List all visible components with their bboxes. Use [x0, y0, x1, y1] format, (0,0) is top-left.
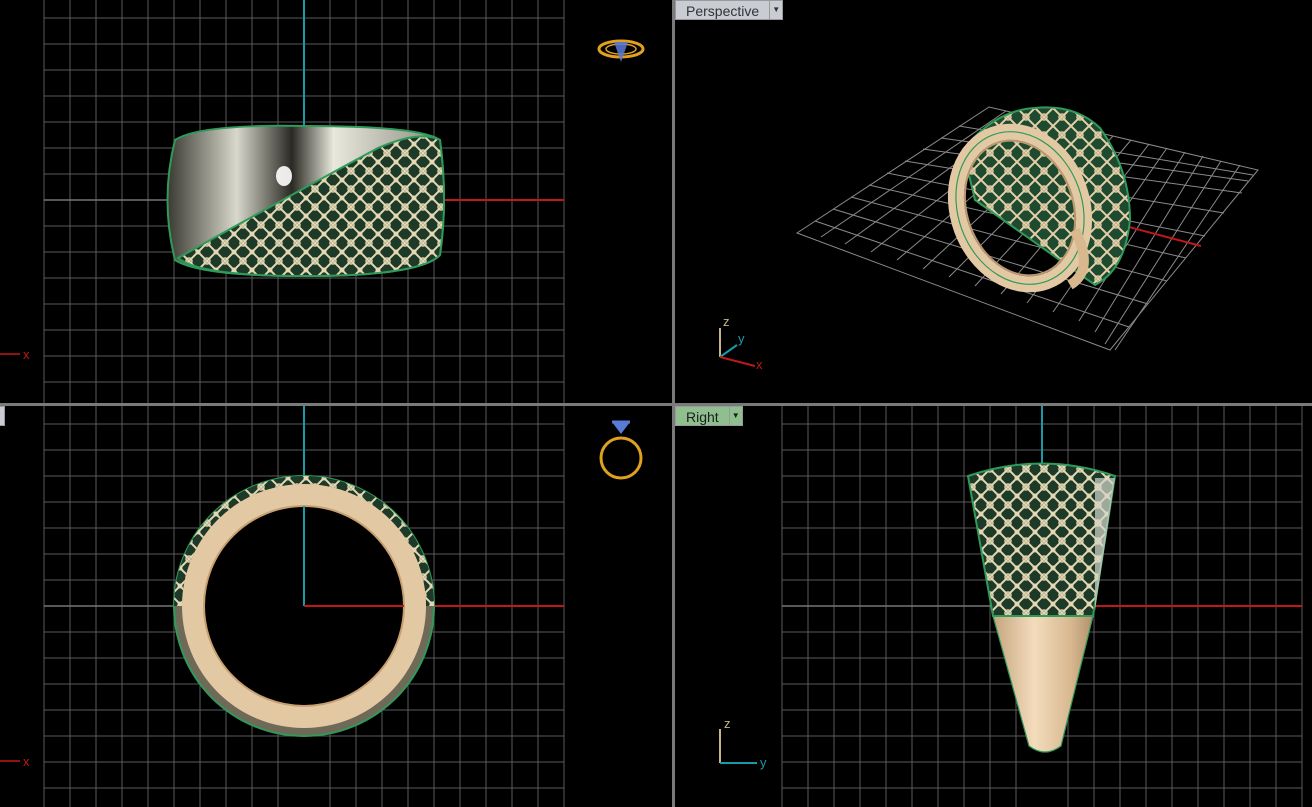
ring-perspective-view[interactable]	[935, 106, 1132, 302]
viewport-right[interactable]: z y Right ▼	[675, 406, 1312, 807]
svg-text:x: x	[756, 357, 763, 372]
dropdown-arrow-icon[interactable]: ▼	[770, 0, 784, 20]
viewport-title-label[interactable]: Right	[675, 406, 730, 426]
viewport-title-front[interactable]: ▼	[0, 406, 6, 426]
viewport-title-label[interactable]: Perspective	[675, 0, 771, 20]
front-viewport-canvas: x	[0, 406, 643, 807]
x-axis-label-front: x	[23, 754, 30, 769]
svg-text:y: y	[760, 755, 767, 770]
right-viewport-canvas: z y	[719, 406, 1303, 807]
ring-widget-front-icon[interactable]	[599, 420, 643, 480]
axis-gizmo-perspective: z y x	[719, 314, 763, 372]
svg-text:z: z	[723, 314, 730, 329]
svg-text:y: y	[738, 331, 745, 346]
ring-front-view[interactable]	[173, 475, 435, 737]
axis-gizmo-right: z y	[719, 716, 767, 770]
svg-text:z: z	[724, 716, 731, 731]
ring-widget-top-icon[interactable]	[597, 39, 645, 62]
viewport-front[interactable]: x ▼	[0, 406, 672, 807]
perspective-viewport-canvas: z y x	[719, 106, 1259, 372]
dropdown-arrow-icon[interactable]: ▼	[729, 406, 743, 426]
dropdown-arrow-icon[interactable]: ▼	[0, 406, 5, 426]
viewport-title-right[interactable]: Right ▼	[675, 406, 743, 426]
ring-top-view[interactable]	[166, 124, 445, 278]
viewport-divider-horizontal[interactable]	[0, 403, 1312, 406]
viewport-top[interactable]: x	[0, 0, 672, 403]
viewport-perspective[interactable]: z y x Perspective ▼	[675, 0, 1312, 403]
top-viewport-canvas: x	[0, 0, 645, 403]
x-axis-label: x	[23, 347, 30, 362]
viewport-title-perspective[interactable]: Perspective ▼	[675, 0, 784, 20]
